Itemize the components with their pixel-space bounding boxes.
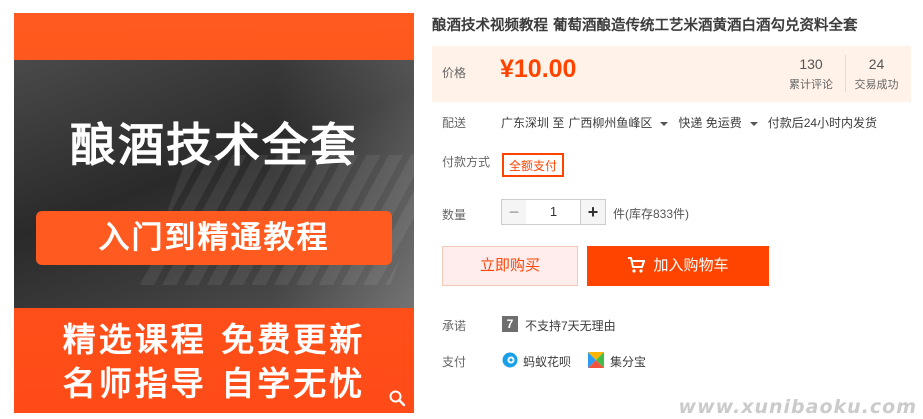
quantity-decrease-button[interactable]: − xyxy=(501,199,527,225)
shipping-label: 配送 xyxy=(442,116,467,130)
stock-info: 件(库存833件) xyxy=(613,207,690,221)
add-to-cart-label: 加入购物车 xyxy=(653,257,729,274)
quantity-increase-button[interactable]: + xyxy=(580,199,606,225)
shipping-dispatch: 付款后24小时内发货 xyxy=(767,116,878,130)
image-background-photo xyxy=(14,60,414,308)
shipping-row: 广东深圳 至广西柳州鱼峰区 快递 免运费 付款后24小时内发货 xyxy=(501,114,881,131)
price-label: 价格 xyxy=(442,66,467,80)
huabei-text[interactable]: 蚂蚁花呗 xyxy=(523,353,571,370)
product-title: 酿酒技术视频教程 葡萄酒酿造传统工艺米酒黄酒白酒勾兑资料全套 xyxy=(432,18,858,34)
shipping-from: 广东深圳 至 xyxy=(501,116,565,130)
huabei-icon xyxy=(502,352,518,368)
price-value: ¥10.00 xyxy=(500,55,577,83)
sales-stat: 24 交易成功 xyxy=(845,55,907,92)
sales-count: 24 xyxy=(868,56,885,72)
shipping-destination[interactable]: 广西柳州鱼峰区 xyxy=(568,116,652,130)
sales-label: 交易成功 xyxy=(854,79,899,91)
no-return-icon: 7 xyxy=(502,316,518,332)
zoom-icon[interactable] xyxy=(388,389,406,407)
quantity-input[interactable]: 1 xyxy=(526,199,581,225)
pay-label: 支付 xyxy=(442,355,467,369)
add-to-cart-button[interactable]: 加入购物车 xyxy=(587,246,769,286)
reviews-stat[interactable]: 130 累计评论 xyxy=(780,55,842,92)
reviews-count: 130 xyxy=(799,56,823,72)
shipping-method[interactable]: 快递 免运费 xyxy=(678,116,741,130)
image-tagline-2: 名师指导 自学无忧 xyxy=(62,364,366,403)
image-tagline-1: 精选课程 免费更新 xyxy=(62,320,366,359)
chevron-down-icon[interactable] xyxy=(660,121,669,126)
cart-icon xyxy=(628,257,646,273)
image-banner-text: 入门到精通教程 xyxy=(98,220,330,256)
image-headline: 酿酒技术全套 xyxy=(70,118,358,172)
jifenbao-icon xyxy=(588,352,604,368)
price-panel: 价格 ¥10.00 130 累计评论 24 交易成功 xyxy=(432,46,911,102)
image-banner: 入门到精通教程 xyxy=(36,211,392,265)
promise-text[interactable]: 不支持7天无理由 xyxy=(525,317,616,334)
reviews-label: 累计评论 xyxy=(789,79,833,91)
product-main-image[interactable]: 酿酒技术全套 入门到精通教程 精选课程 免费更新 名师指导 自学无忧 xyxy=(14,13,414,413)
promise-label: 承诺 xyxy=(442,319,467,333)
buy-now-button[interactable]: 立即购买 xyxy=(442,246,578,286)
chevron-down-icon[interactable] xyxy=(749,121,758,126)
payment-method-label: 付款方式 xyxy=(442,155,491,169)
watermark: www.xunibaoku.com xyxy=(678,396,917,418)
jifenbao-text[interactable]: 集分宝 xyxy=(610,353,646,370)
full-payment-option[interactable]: 全额支付 xyxy=(502,153,565,177)
quantity-label: 数量 xyxy=(442,208,467,222)
